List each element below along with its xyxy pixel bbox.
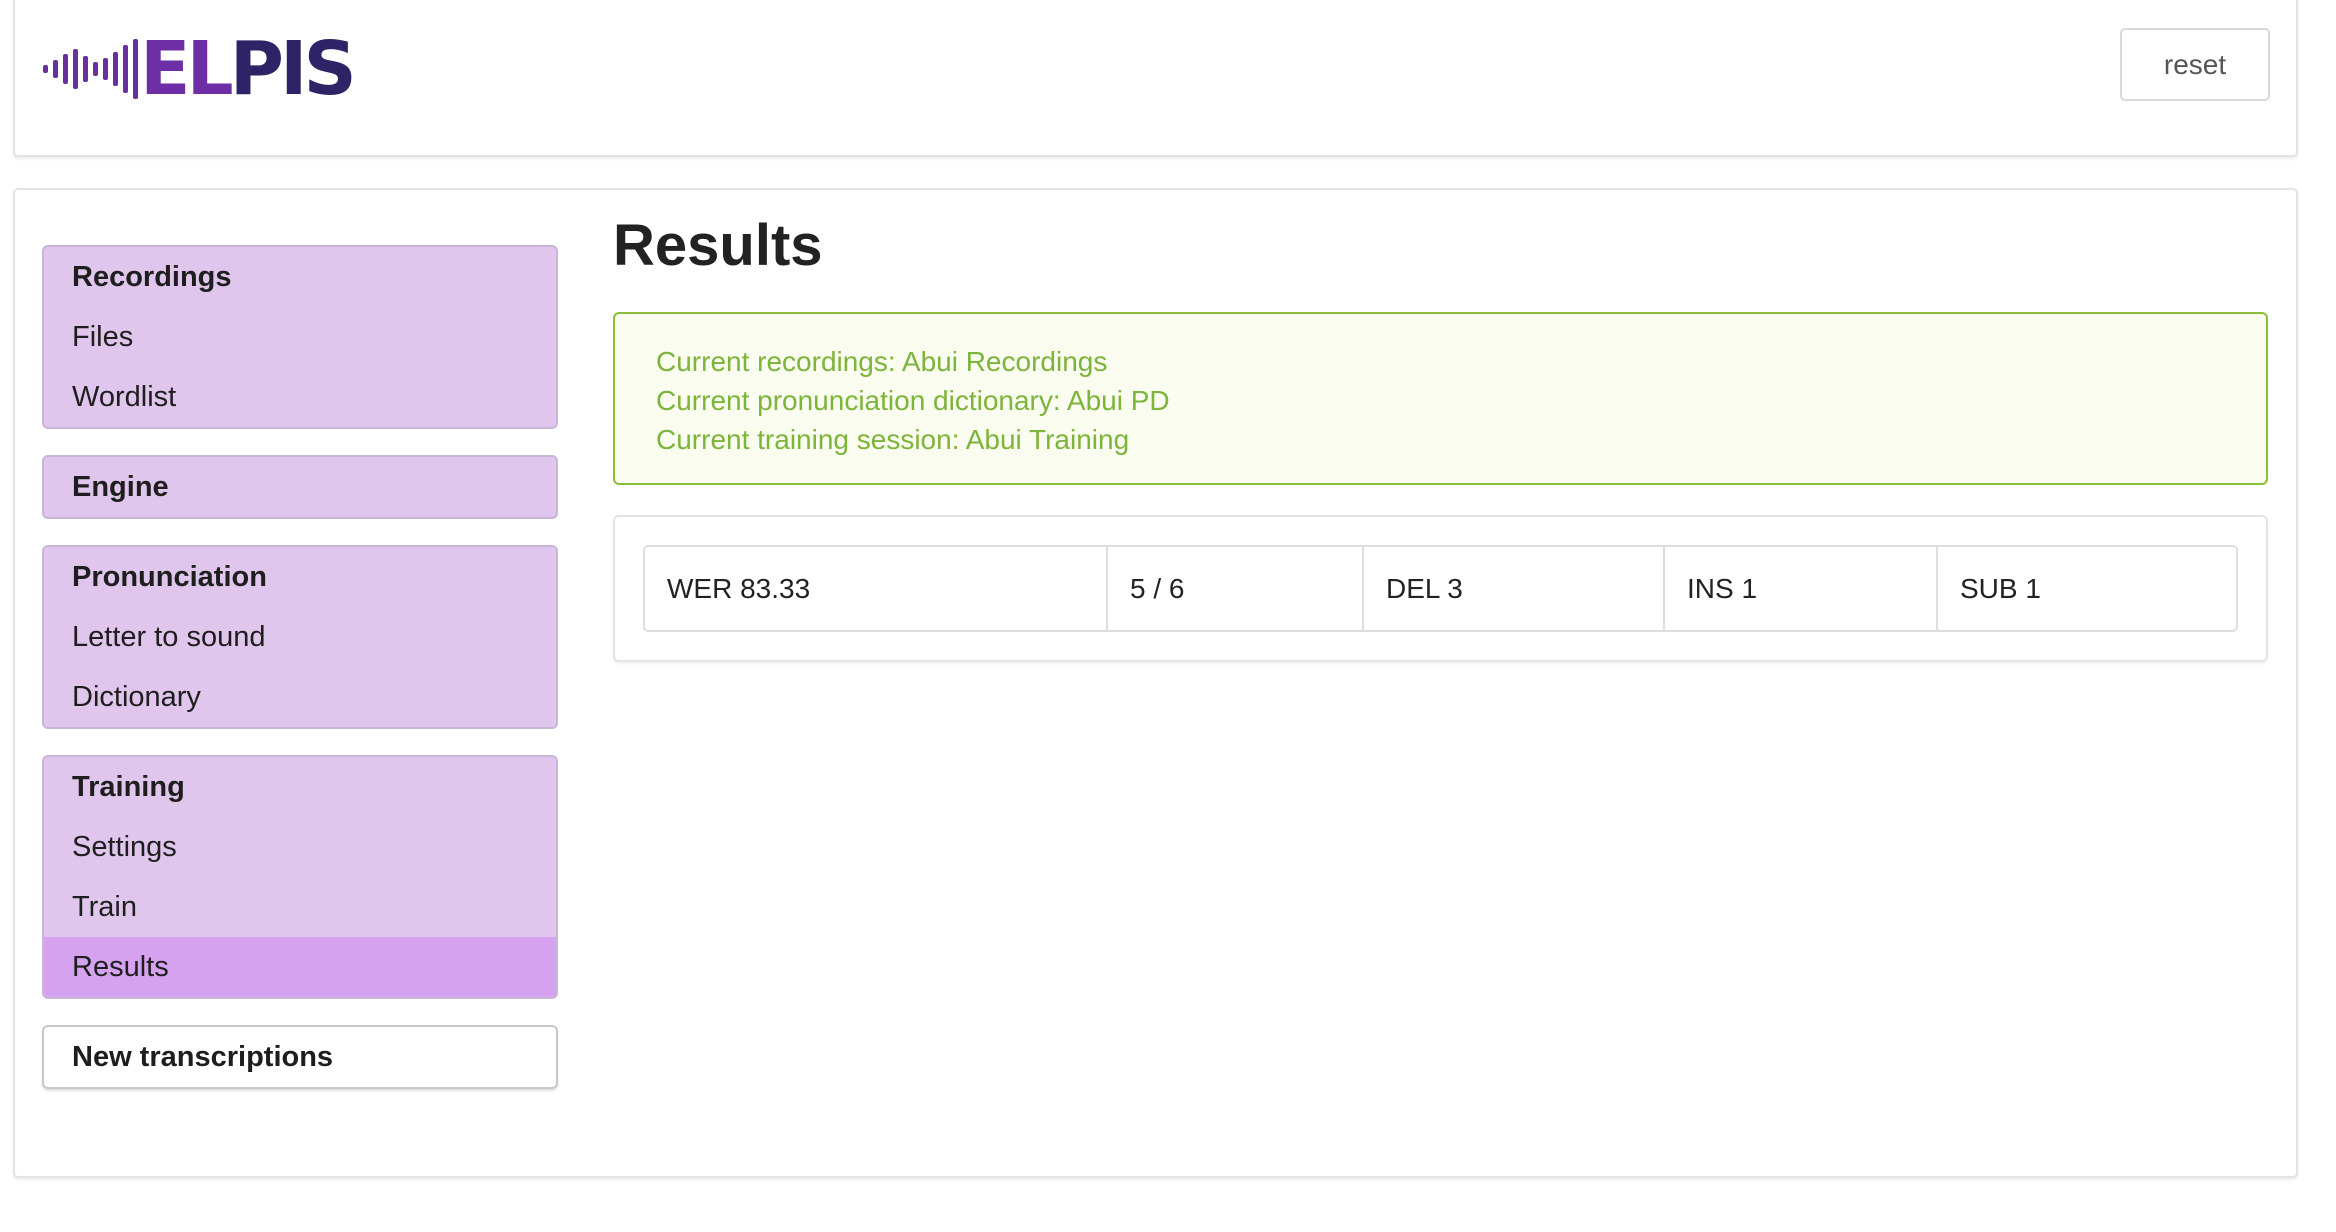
elpis-logo[interactable]: ELPIS (43, 26, 357, 112)
sidebar-item-files[interactable]: Files (44, 307, 556, 367)
app-header: ELPIS reset (13, 0, 2298, 157)
menu-group-pronunciation: Pronunciation Letter to sound Dictionary (42, 545, 558, 729)
ratio-cell: 5 / 6 (1108, 547, 1364, 630)
menu-header-new-transcriptions[interactable]: New transcriptions (44, 1027, 556, 1087)
sidebar-item-train[interactable]: Train (44, 877, 556, 937)
sidebar-item-dictionary[interactable]: Dictionary (44, 667, 556, 727)
sidebar-item-letter-to-sound[interactable]: Letter to sound (44, 607, 556, 667)
sidebar-item-results[interactable]: Results (44, 937, 556, 997)
logo-text: ELPIS (140, 26, 357, 112)
current-session-info: Current recordings: Abui Recordings Curr… (613, 312, 2268, 485)
menu-group-engine: Engine (42, 455, 558, 519)
menu-header-training[interactable]: Training (44, 757, 556, 817)
menu-group-training: Training Settings Train Results (42, 755, 558, 999)
current-recordings-text: Current recordings: Abui Recordings (656, 346, 1108, 377)
menu-group-new-transcriptions: New transcriptions (42, 1025, 558, 1089)
waveform-logo-icon (43, 34, 138, 104)
reset-button[interactable]: reset (2120, 28, 2270, 101)
menu-header-pronunciation[interactable]: Pronunciation (44, 547, 556, 607)
results-card: WER 83.33 5 / 6 DEL 3 INS 1 SUB 1 (613, 515, 2268, 662)
ins-cell: INS 1 (1665, 547, 1938, 630)
sub-cell: SUB 1 (1960, 572, 2041, 604)
sidebar-item-wordlist[interactable]: Wordlist (44, 367, 556, 427)
results-table: WER 83.33 5 / 6 DEL 3 INS 1 SUB 1 (643, 545, 2238, 632)
current-dictionary-text: Current pronunciation dictionary: Abui P… (656, 385, 1170, 416)
page-title: Results (613, 213, 823, 278)
menu-header-engine[interactable]: Engine (44, 457, 556, 517)
menu-header-recordings[interactable]: Recordings (44, 247, 556, 307)
current-training-text: Current training session: Abui Training (656, 424, 1130, 455)
sidebar-item-settings[interactable]: Settings (44, 817, 556, 877)
main-panel: Recordings Files Wordlist Engine Pronunc… (13, 188, 2298, 1178)
wer-cell: WER 83.33 (645, 547, 1108, 630)
del-cell: DEL 3 (1364, 547, 1665, 630)
menu-group-recordings: Recordings Files Wordlist (42, 245, 558, 429)
